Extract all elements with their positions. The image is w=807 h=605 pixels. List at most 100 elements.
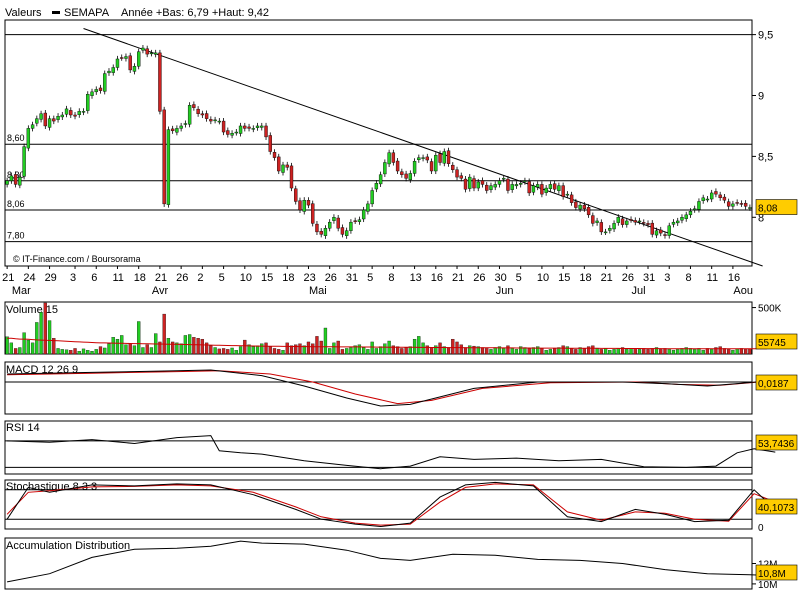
x-day-label: 10 [240,272,252,284]
price-candle [175,128,179,133]
price-candle [378,174,383,185]
price-candle [417,157,421,161]
volume-bar [120,335,124,355]
volume-bar [217,348,221,355]
volume-bar [230,347,234,355]
x-day-label: 18 [134,272,146,284]
volume-bar [192,337,196,355]
price-candle [315,223,319,233]
price-candle [340,227,345,235]
volume-bar [345,348,349,355]
volume-tick-label: 500K [758,304,782,315]
volume-bar [30,342,35,355]
volume-bar [281,350,285,355]
volume-bar [26,339,30,355]
price-candle [646,223,650,225]
volume-bar [595,348,599,355]
volume-bar [111,337,115,355]
price-candle [298,200,302,211]
price-candle [591,215,595,224]
price-candle [531,185,536,193]
price-candle [204,113,209,119]
x-month-label: Mai [309,285,327,297]
price-candle [599,222,604,233]
volume-bar [586,346,591,355]
volume-bar [166,338,171,355]
volume-bar [332,342,336,355]
price-candle [451,164,455,170]
price-candle [421,157,425,159]
x-day-label: 18 [579,272,591,284]
price-candle [557,185,561,191]
volume-bar [637,349,642,355]
price-candle [667,225,671,236]
price-candle [527,181,531,194]
price-candle [735,202,739,204]
x-day-label: 13 [410,272,422,284]
volume-bar [73,348,77,355]
price-candle [722,196,727,201]
price-candle [518,182,523,185]
price-candle [137,51,141,67]
price-candle [714,191,718,195]
price-candle [748,207,752,209]
volume-label: Volume 15 [6,304,58,316]
x-day-label: 5 [516,272,522,284]
volume-bar [277,349,281,355]
volume-bar [510,348,514,355]
volume-bar [13,348,18,355]
price-candle [434,154,438,172]
volume-bar [731,350,735,355]
price-candle [268,135,272,152]
volume-bar [417,336,421,355]
price-candle [391,152,396,163]
header-period-info: Année +Bas: 6,79 +Haut: 9,42 [121,7,269,19]
price-candle [582,204,587,209]
price-candle [251,128,255,130]
volume-bar [438,342,442,355]
price-candle [141,47,145,51]
x-day-label: 16 [728,272,740,284]
price-candle [361,209,366,220]
volume-bar [357,344,362,355]
price-candle [13,174,18,185]
price-candle [671,221,676,225]
x-day-label: 11 [707,272,718,284]
macd-panel-frame [4,361,753,415]
volume-bar [629,348,633,355]
price-candle [616,217,620,223]
price-tick-label: 9,5 [758,30,773,42]
volume-bar [268,346,272,355]
price-candle [383,162,387,175]
volume-bar [162,313,166,355]
volume-bar [226,349,230,355]
price-candle [663,234,667,236]
price-candle [344,230,349,236]
price-candle [676,220,680,224]
chart-credit: © IT-Finance.com / Boursorama [13,254,141,264]
volume-bar [171,341,175,355]
volume-bar [659,349,663,355]
volume-bar [60,349,64,355]
price-candle [468,176,472,189]
x-day-label: 21 [452,272,464,284]
price-candle [357,219,362,222]
volume-bar [272,348,277,355]
volume-bar [608,350,612,355]
volume-bar [124,344,128,355]
price-candle [569,194,574,203]
volume-bar [451,338,455,355]
price-candle [289,165,294,189]
volume-bar [370,341,374,355]
volume-bar [323,327,328,355]
price-candle [612,223,616,230]
price-candle [153,52,158,55]
price-candle [115,58,120,68]
volume-bar [412,338,417,355]
volume-bar [748,348,752,355]
price-candle [608,228,612,231]
price-candle [52,118,56,122]
volume-bar [328,348,332,355]
price-candle [132,66,137,72]
x-month-label: Avr [152,285,169,297]
